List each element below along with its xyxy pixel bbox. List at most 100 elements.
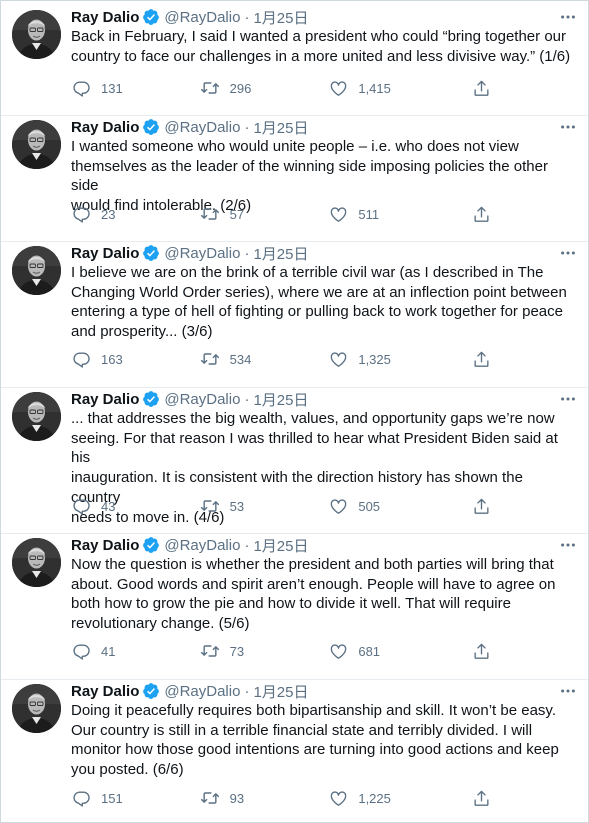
tweet[interactable]: Ray Dalio @RayDalio · 1月25日 Back in Febr… <box>1 6 588 116</box>
share-button[interactable] <box>471 786 501 810</box>
more-icon[interactable] <box>558 389 578 409</box>
more-icon[interactable] <box>558 243 578 263</box>
like-button[interactable]: 1,325 <box>328 347 457 371</box>
avatar[interactable] <box>12 392 61 441</box>
like-icon <box>328 78 348 98</box>
share-button[interactable] <box>471 347 501 371</box>
more-icon[interactable] <box>558 7 578 27</box>
share-button[interactable] <box>471 639 501 663</box>
avatar[interactable] <box>12 246 61 295</box>
tweet[interactable]: Ray Dalio @RayDalio · 1月25日 I believe we… <box>1 242 588 388</box>
tweet[interactable]: Ray Dalio @RayDalio · 1月25日 I wanted som… <box>1 116 588 242</box>
retweet-icon <box>200 78 220 98</box>
avatar[interactable] <box>12 538 61 587</box>
reply-button[interactable]: 41 <box>71 639 200 663</box>
author-name[interactable]: Ray Dalio <box>71 683 139 700</box>
author-handle[interactable]: @RayDalio <box>164 391 240 408</box>
tweet-date[interactable]: 1月25日 <box>253 681 308 702</box>
verified-badge-icon <box>142 390 160 408</box>
author-name[interactable]: Ray Dalio <box>71 537 139 554</box>
tweet-text-line: Now the question is whether the presiden… <box>71 556 554 573</box>
more-icon[interactable] <box>558 681 578 701</box>
like-icon <box>328 204 348 224</box>
verified-badge-icon <box>142 536 160 554</box>
retweet-button[interactable]: 57 <box>200 202 329 226</box>
more-icon[interactable] <box>558 535 578 555</box>
share-button[interactable] <box>471 494 501 518</box>
like-button[interactable]: 1,415 <box>328 76 457 100</box>
author-handle[interactable]: @RayDalio <box>164 245 240 262</box>
share-icon <box>471 78 491 98</box>
tweet-date[interactable]: 1月25日 <box>253 117 308 138</box>
avatar[interactable] <box>12 684 61 733</box>
verified-badge-icon <box>142 8 160 26</box>
reply-button[interactable]: 23 <box>71 202 200 226</box>
like-count: 1,225 <box>358 790 391 806</box>
tweet-date[interactable]: 1月25日 <box>253 7 308 28</box>
tweet-actions: 43 53 505 <box>71 494 501 518</box>
author-handle[interactable]: @RayDalio <box>164 537 240 554</box>
author-name[interactable]: Ray Dalio <box>71 119 139 136</box>
avatar[interactable] <box>12 10 61 59</box>
reply-button[interactable]: 43 <box>71 494 200 518</box>
retweet-count: 534 <box>229 351 252 367</box>
retweet-button[interactable]: 534 <box>200 347 329 371</box>
author-handle[interactable]: @RayDalio <box>164 119 240 136</box>
reply-button[interactable]: 163 <box>71 347 200 371</box>
retweet-button[interactable]: 296 <box>200 76 329 100</box>
tweet-text-line: entering a type of hell of fighting or p… <box>71 303 563 321</box>
tweet[interactable]: Ray Dalio @RayDalio · 1月25日 ... that add… <box>1 388 588 534</box>
author-handle[interactable]: @RayDalio <box>164 683 240 700</box>
tweet-text: Doing it peacefully requires both bipart… <box>71 701 571 780</box>
retweet-button[interactable]: 53 <box>200 494 329 518</box>
like-icon <box>328 788 348 808</box>
share-button[interactable] <box>471 76 501 100</box>
author-name[interactable]: Ray Dalio <box>71 9 139 26</box>
like-count: 1,325 <box>358 351 391 367</box>
reply-count: 151 <box>101 790 123 806</box>
tweet[interactable]: Ray Dalio @RayDalio · 1月25日 Now the ques… <box>1 534 588 680</box>
more-icon[interactable] <box>558 117 578 137</box>
tweet-header: Ray Dalio @RayDalio · 1月25日 <box>71 388 308 410</box>
separator-dot: · <box>244 682 250 700</box>
separator-dot: · <box>244 244 250 262</box>
share-button[interactable] <box>471 202 501 226</box>
tweet-actions: 41 73 681 <box>71 639 501 663</box>
author-name[interactable]: Ray Dalio <box>71 245 139 262</box>
reply-button[interactable]: 151 <box>71 786 200 810</box>
like-button[interactable]: 681 <box>328 639 457 663</box>
tweet-date[interactable]: 1月25日 <box>253 389 308 410</box>
share-icon <box>471 641 491 661</box>
reply-icon <box>71 641 91 661</box>
like-count: 505 <box>358 498 381 514</box>
author-name[interactable]: Ray Dalio <box>71 391 139 408</box>
like-icon <box>328 496 348 516</box>
tweet-text-line: ... that addresses the big wealth, value… <box>71 410 555 427</box>
like-button[interactable]: 511 <box>328 202 457 226</box>
separator-dot: · <box>244 390 250 408</box>
like-button[interactable]: 505 <box>328 494 457 518</box>
reply-count: 43 <box>101 498 116 514</box>
separator-dot: · <box>244 536 250 554</box>
tweet-text-line: revolutionary change. (5/6) <box>71 615 250 633</box>
tweet-text-line: both how to grow the pie and how to divi… <box>71 595 511 613</box>
tweet-text-line: I believe we are on the brink of a terri… <box>71 264 544 281</box>
avatar[interactable] <box>12 120 61 169</box>
reply-count: 131 <box>101 80 123 96</box>
tweet-header: Ray Dalio @RayDalio · 1月25日 <box>71 680 308 702</box>
like-count: 1,415 <box>358 80 391 96</box>
author-handle[interactable]: @RayDalio <box>164 9 240 26</box>
tweet-actions: 23 57 511 <box>71 202 501 226</box>
like-count: 511 <box>358 206 380 222</box>
verified-badge-icon <box>142 244 160 262</box>
reply-icon <box>71 204 91 224</box>
tweet-text-line: monitor how those good intentions are tu… <box>71 741 559 759</box>
tweet[interactable]: Ray Dalio @RayDalio · 1月25日 Doing it pea… <box>1 680 588 822</box>
like-button[interactable]: 1,225 <box>328 786 457 810</box>
tweet-text-line: and prosperity... (3/6) <box>71 323 213 341</box>
retweet-button[interactable]: 93 <box>200 786 329 810</box>
tweet-date[interactable]: 1月25日 <box>253 243 308 264</box>
tweet-date[interactable]: 1月25日 <box>253 535 308 556</box>
reply-button[interactable]: 131 <box>71 76 200 100</box>
retweet-button[interactable]: 73 <box>200 639 329 663</box>
